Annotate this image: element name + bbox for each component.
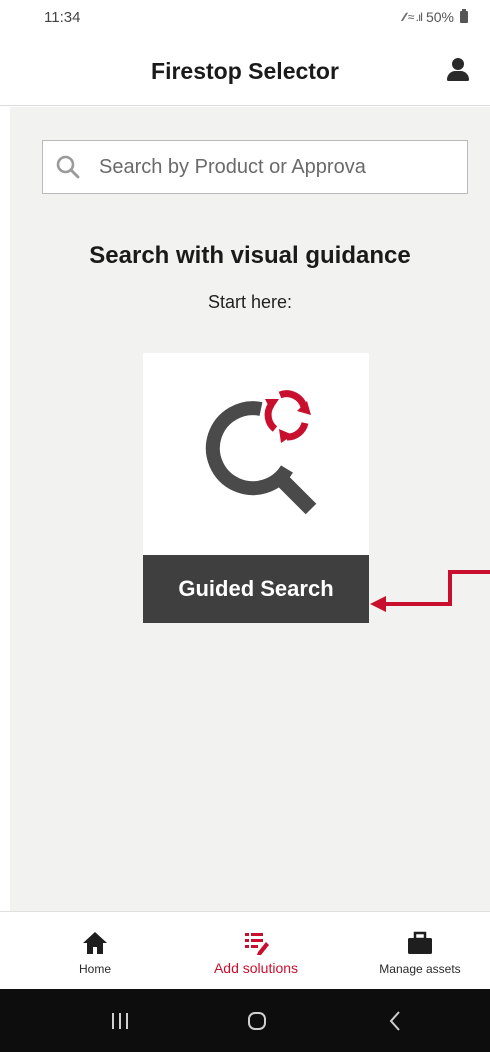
nav-add-solutions-label: Add solutions: [213, 960, 299, 976]
guided-search-label: Guided Search: [143, 555, 369, 623]
guided-search-magnifier-icon: [205, 390, 317, 515]
signal-icons: ∕∕ ≈ .ıl: [403, 10, 423, 24]
add-list-icon: [245, 933, 269, 955]
home-icon: [83, 932, 107, 954]
search-input[interactable]: [99, 155, 459, 179]
back-button[interactable]: [380, 1007, 410, 1035]
nav-manage-assets-label: Manage assets: [379, 962, 461, 976]
annotation-arrow-icon: [370, 570, 490, 612]
guidance-title: Search with visual guidance: [89, 242, 411, 269]
battery-percent: 50%: [425, 9, 454, 25]
system-nav-bar: [0, 989, 490, 1052]
user-profile-icon[interactable]: [444, 56, 472, 84]
nav-home[interactable]: Home: [60, 912, 130, 990]
bottom-nav: Home Add solutions Manage assets: [0, 911, 490, 989]
app-header: Firestop Selector: [0, 36, 490, 106]
status-bar: 11:34 ∕∕ ≈ .ıl 50%: [0, 0, 490, 36]
battery-icon: [460, 9, 468, 23]
recents-button[interactable]: [105, 1007, 135, 1035]
page-title: Firestop Selector: [151, 58, 339, 84]
briefcase-icon: [408, 931, 432, 954]
recents-icon: [112, 1013, 128, 1029]
nav-add-solutions[interactable]: Add solutions: [196, 912, 316, 990]
system-home-icon: [248, 1012, 266, 1030]
status-time: 11:34: [44, 9, 81, 26]
main-content: Search with visual guidance Start here: …: [10, 107, 490, 911]
nav-home-label: Home: [78, 962, 111, 976]
guidance-subtitle: Start here:: [207, 292, 293, 312]
search-box[interactable]: [42, 140, 468, 194]
system-home-button[interactable]: [242, 1007, 272, 1035]
user-profile-icon-body: [447, 71, 469, 81]
search-icon: [56, 155, 80, 179]
back-icon: [389, 1011, 400, 1031]
nav-manage-assets[interactable]: Manage assets: [368, 912, 472, 990]
status-icons: ∕∕ ≈ .ıl 50%: [403, 9, 468, 25]
guided-search-button[interactable]: Guided Search: [143, 353, 369, 623]
user-profile-icon-head: [452, 58, 464, 70]
